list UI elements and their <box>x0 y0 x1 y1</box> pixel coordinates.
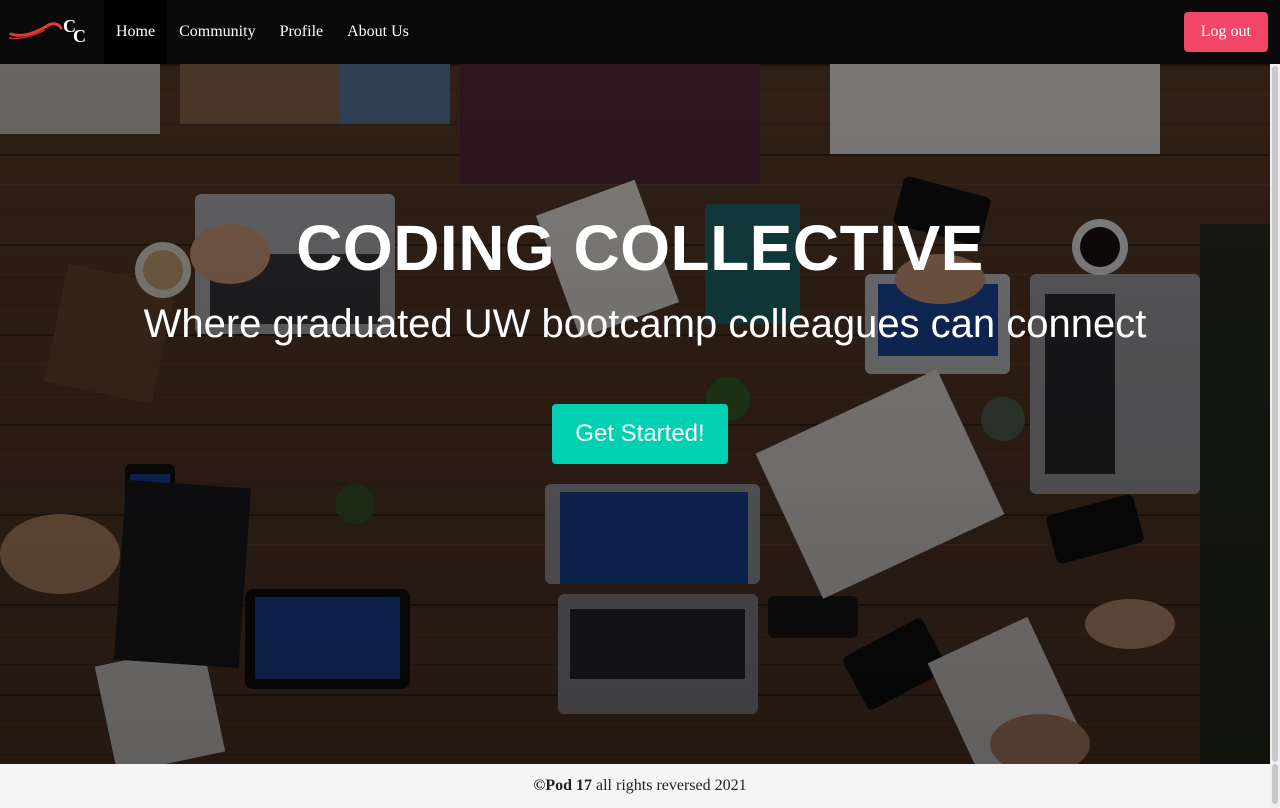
nav-item-about-us[interactable]: About Us <box>335 0 421 64</box>
page-scrollbar[interactable] <box>1270 64 1280 764</box>
nav-item-profile[interactable]: Profile <box>268 0 336 64</box>
hero-title: CODING COLLECTIVE <box>296 212 984 284</box>
brand-logo[interactable]: C C <box>0 0 104 64</box>
footer: ©Pod 17 all rights reversed 2021 <box>0 764 1280 808</box>
brand-logo-icon: C C <box>8 16 86 46</box>
logout-button[interactable]: Log out <box>1183 12 1268 52</box>
scrollbar-thumb[interactable] <box>1272 66 1278 762</box>
nav-item-home[interactable]: Home <box>104 0 168 64</box>
footer-owner: ©Pod 17 <box>533 777 592 794</box>
nav-menu: Home Community Profile About Us <box>104 0 421 64</box>
get-started-button[interactable]: Get Started! <box>552 404 728 464</box>
nav-item-community[interactable]: Community <box>167 0 267 64</box>
footer-text: ©Pod 17 all rights reversed 2021 <box>533 777 746 795</box>
navbar: C C Home Community Profile About Us Log … <box>0 0 1280 64</box>
hero-section: CODING COLLECTIVE Where graduated UW boo… <box>0 64 1270 764</box>
hero-subtitle: Where graduated UW bootcamp colleagues c… <box>143 302 1147 346</box>
footer-rights: all rights reversed 2021 <box>592 777 747 794</box>
footer-scrollbar <box>1270 764 1280 808</box>
brand-letter-c2: C <box>73 26 86 46</box>
nav-end: Log out <box>1183 0 1280 64</box>
